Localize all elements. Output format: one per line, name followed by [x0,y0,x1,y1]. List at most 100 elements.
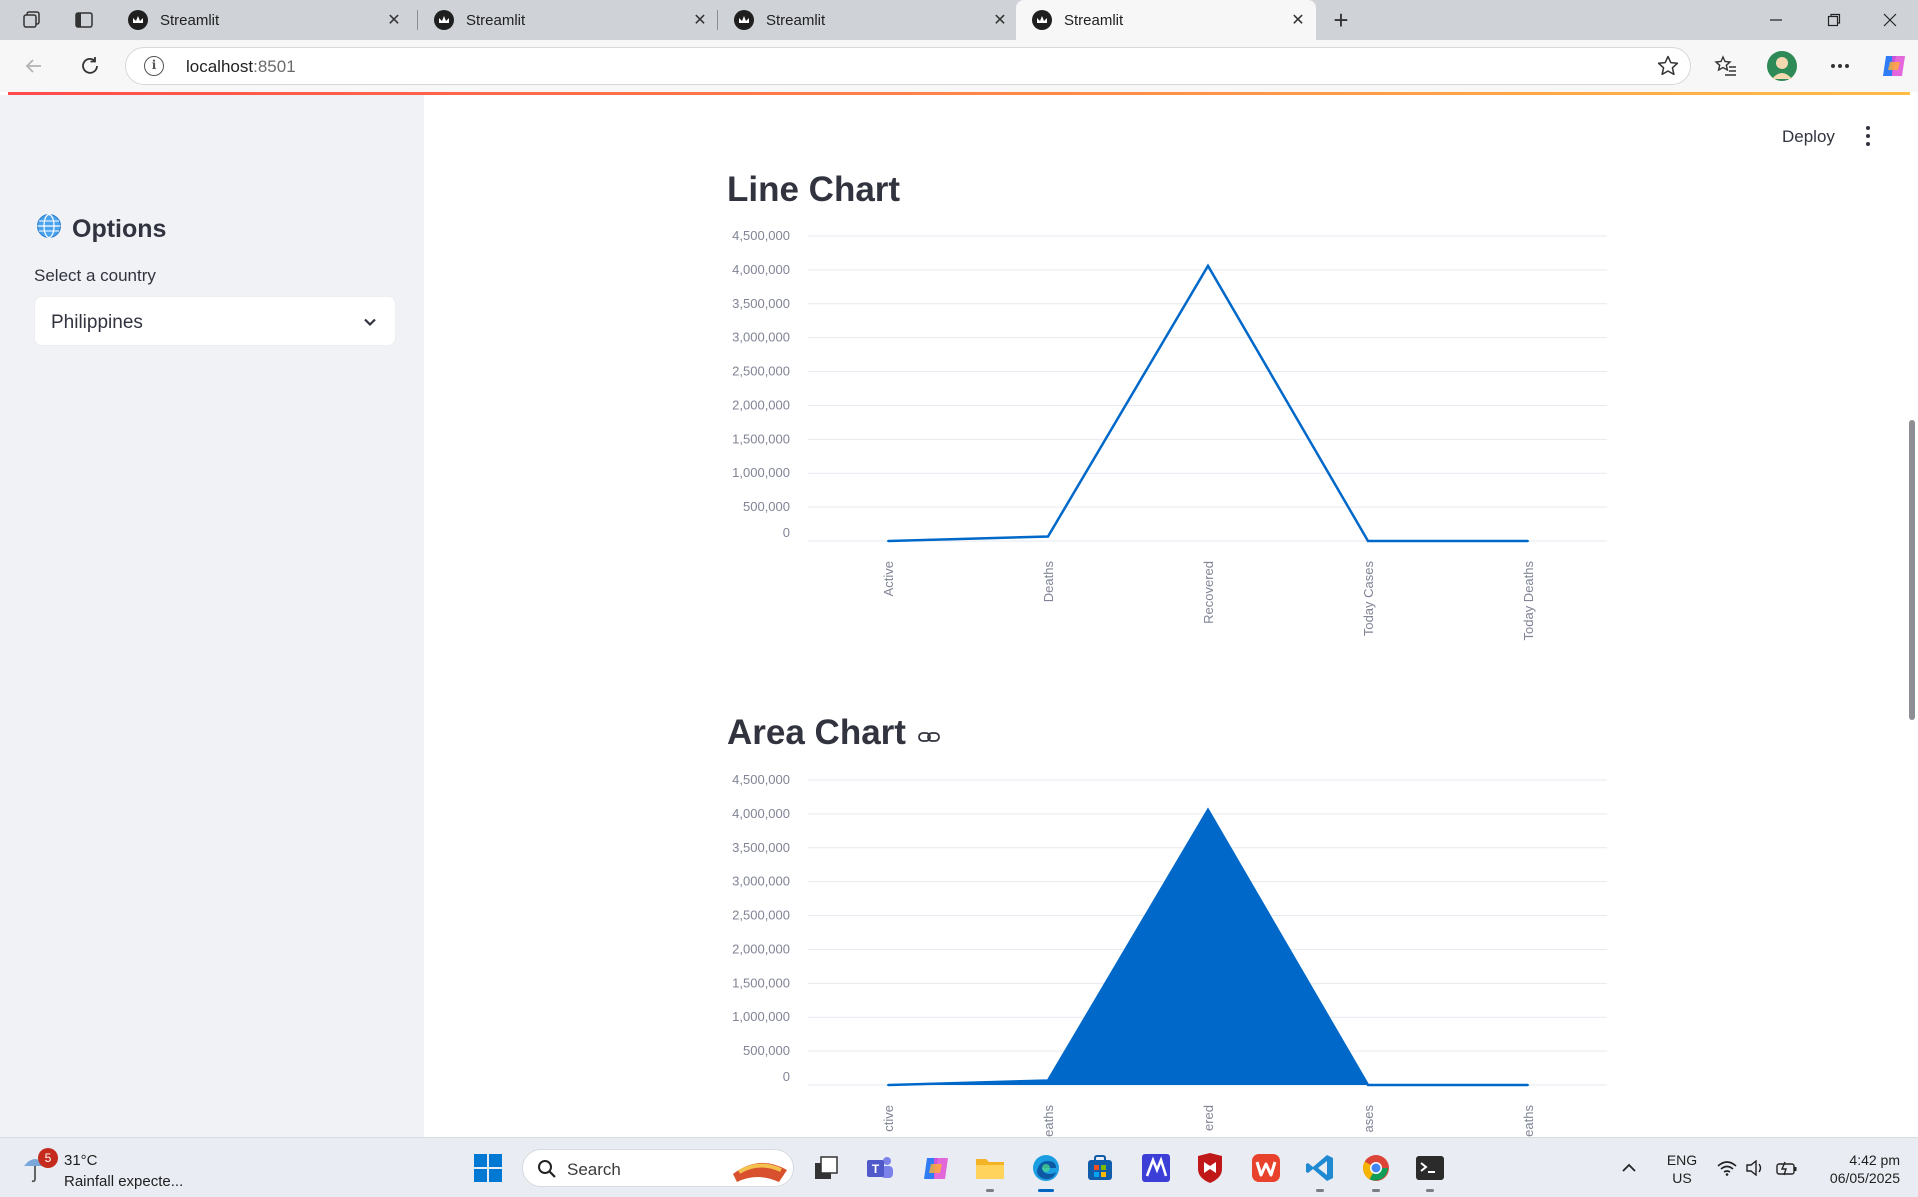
favorite-star-icon[interactable] [1656,54,1680,83]
y-tick-label: 2,000,000 [732,941,790,956]
x-tick-label: ases [1361,1105,1376,1133]
line-chart-heading: Line Chart [727,170,900,210]
y-tick-label: 2,000,000 [732,397,790,412]
scrollbar-thumb[interactable] [1909,420,1915,720]
data-point [1047,1079,1049,1082]
tab-title: Streamlit [466,11,526,29]
globe-icon [36,213,62,246]
back-icon[interactable] [18,50,50,82]
new-tab-icon[interactable]: + [1325,5,1357,35]
file-explorer-icon[interactable] [970,1148,1010,1192]
area-chart-heading-text: Area Chart [727,713,906,752]
data-point [1367,540,1369,542]
y-tick-label: 500,000 [743,499,790,514]
streamlit-crown-icon [434,10,454,30]
x-tick-label: ered [1201,1105,1216,1131]
chevron-up-icon[interactable] [1614,1148,1644,1188]
tab-title: Streamlit [160,11,220,29]
windows-taskbar: 5 31°C Rainfall expecte... Search T ENG … [0,1137,1918,1197]
info-icon[interactable]: i [144,56,164,76]
battery-icon[interactable] [1772,1148,1802,1188]
minimize-icon[interactable] [1748,0,1804,40]
wps-office-icon[interactable] [1246,1148,1286,1188]
copilot-icon[interactable] [1878,50,1910,82]
y-tick-label: 1,000,000 [732,1009,790,1024]
y-tick-label: 500,000 [743,1043,790,1058]
close-icon[interactable]: ✕ [990,10,1010,30]
data-point [887,540,889,542]
link-icon[interactable] [918,713,940,753]
store-icon[interactable] [1080,1148,1120,1188]
x-tick-label: Deaths [1041,561,1056,603]
language-indicator[interactable]: ENG US [1660,1151,1704,1187]
sidebar-title-text: Options [72,215,167,243]
terminal-icon[interactable] [1410,1148,1450,1192]
windows-start-icon[interactable] [468,1148,508,1188]
search-icon [538,1160,556,1178]
x-tick-label: Recovered [1201,561,1216,624]
clock[interactable]: 4:42 pm 06/05/2025 [1808,1151,1908,1187]
more-icon[interactable] [1824,50,1856,82]
address-bar[interactable]: i localhost:8501 [125,47,1691,85]
country-select-value: Philippines [51,312,143,333]
country-select[interactable]: Philippines [34,296,396,346]
mathpix-icon[interactable] [1136,1148,1176,1188]
weather-description: Rainfall expecte... [64,1173,184,1190]
streamlit-crown-icon [128,10,148,30]
window-close-icon[interactable] [1862,0,1918,40]
browser-tab[interactable]: Streamlit ✕ [112,0,412,40]
vscode-icon[interactable] [1300,1148,1340,1192]
area-chart-heading: Area Chart [727,713,940,753]
line-chart-heading-text: Line Chart [727,170,901,209]
x-tick-label: ctive [881,1105,896,1132]
data-point [1527,1084,1529,1086]
profile-avatar[interactable] [1766,50,1798,82]
clock-date: 06/05/2025 [1829,1170,1900,1186]
y-tick-label: 4,000,000 [732,806,790,821]
clock-time: 4:42 pm [1849,1152,1900,1168]
y-tick-label: 1,500,000 [732,975,790,990]
data-point [887,1084,889,1086]
search-label: Search [567,1160,621,1179]
x-tick-label: Active [881,561,896,596]
y-tick-label: 4,500,000 [732,772,790,787]
weather-widget[interactable]: 5 31°C Rainfall expecte... [22,1148,183,1190]
close-icon[interactable]: ✕ [384,10,404,30]
x-tick-label: Today Deaths [1521,561,1536,641]
tab-title: Streamlit [1064,11,1124,29]
x-tick-label: eaths [1521,1105,1536,1137]
y-tick-label: 0 [783,1069,790,1084]
browser-tab[interactable]: Streamlit ✕ [418,0,718,40]
sidebar-title: Options [36,213,166,246]
close-icon[interactable]: ✕ [1288,10,1308,30]
favorites-icon[interactable] [1710,50,1742,82]
tab-actions-icon[interactable] [68,6,100,34]
browser-tab[interactable]: Streamlit ✕ [718,0,1018,40]
edge-icon[interactable] [1026,1148,1066,1192]
y-tick-label: 2,500,000 [732,908,790,923]
browser-tab-active[interactable]: Streamlit ✕ [1016,0,1316,40]
workspaces-icon[interactable] [16,6,48,34]
line-series [887,263,1528,543]
sidebar: Options Select a country Philippines [0,95,424,1137]
y-tick-label: 1,500,000 [732,431,790,446]
deploy-button[interactable]: Deploy [1782,127,1835,147]
chevron-down-icon [361,313,379,336]
area-series [888,809,1528,1085]
teams-icon[interactable]: T [860,1148,900,1188]
wifi-icon[interactable] [1714,1148,1740,1188]
tab-title: Streamlit [766,11,826,29]
task-view-icon[interactable] [806,1148,846,1188]
select-country-label: Select a country [34,266,156,285]
kebab-menu-icon[interactable] [1862,124,1874,150]
taskbar-search[interactable]: Search [522,1149,794,1187]
close-icon[interactable]: ✕ [690,10,710,30]
data-point [1207,264,1209,267]
volume-icon[interactable] [1742,1148,1768,1188]
y-tick-label: 3,000,000 [732,874,790,889]
copilot-taskbar-icon[interactable] [916,1148,956,1188]
chrome-icon[interactable] [1356,1148,1396,1192]
mcafee-icon[interactable] [1190,1148,1230,1188]
refresh-icon[interactable] [74,50,106,82]
restore-icon[interactable] [1806,0,1862,40]
